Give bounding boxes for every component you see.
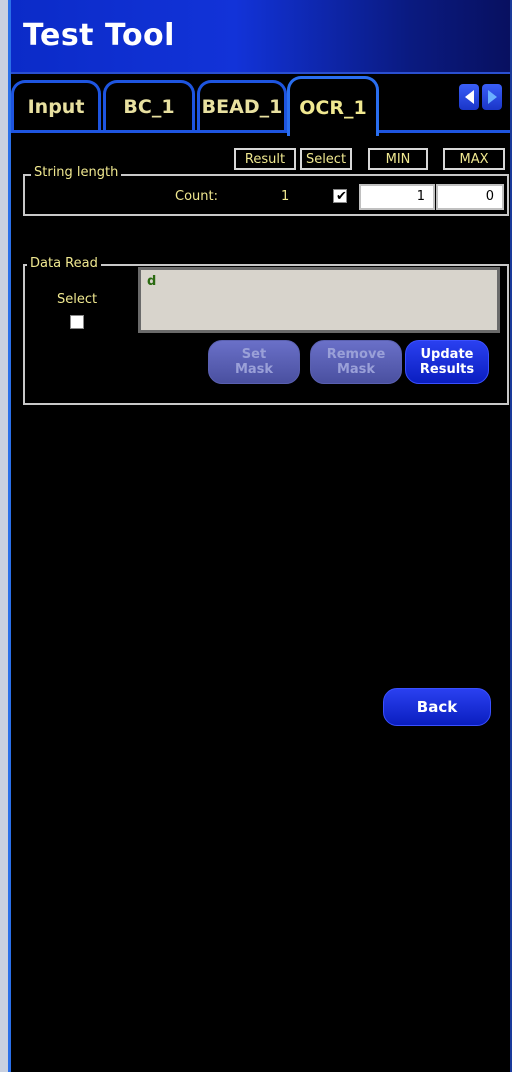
remove-mask-label-line2: Mask [336, 362, 376, 377]
remove-mask-button[interactable]: Remove Mask [310, 340, 402, 384]
min-field[interactable]: 1 [359, 184, 435, 210]
back-button[interactable]: Back [383, 688, 491, 726]
tab-scroll-right-button[interactable] [482, 84, 502, 110]
update-results-label-line2: Results [419, 362, 475, 377]
tab-bc-1[interactable]: BC_1 [103, 80, 195, 130]
window-title: Test Tool [23, 18, 175, 53]
checkmark-icon: ✔ [336, 189, 347, 204]
tab-input[interactable]: Input [11, 80, 101, 130]
count-result-value: 1 [281, 189, 290, 204]
data-read-select-label: Select [57, 292, 98, 307]
result-header: Result [234, 148, 296, 170]
update-results-label-line1: Update [420, 347, 474, 362]
max-field[interactable]: 0 [436, 184, 504, 210]
data-read-select-checkbox[interactable] [70, 315, 84, 329]
app-window: Test Tool Input BC_1 BEAD_1 OCR_1 Result… [8, 0, 512, 1072]
tab-ocr-1[interactable]: OCR_1 [287, 76, 379, 136]
triangle-left-icon [464, 90, 474, 104]
string-length-label: String length [31, 165, 122, 180]
data-read-field[interactable]: d [138, 267, 500, 333]
set-mask-label-line2: Mask [234, 362, 274, 377]
remove-mask-label-line1: Remove [326, 347, 386, 362]
set-mask-button[interactable]: Set Mask [208, 340, 300, 384]
tab-underline [11, 130, 510, 133]
count-select-checkbox[interactable]: ✔ [333, 189, 347, 204]
title-bar: Test Tool [11, 0, 510, 74]
tab-bar: Input BC_1 BEAD_1 OCR_1 [11, 76, 510, 136]
tab-bead-1[interactable]: BEAD_1 [197, 80, 287, 130]
tab-scroll-left-button[interactable] [459, 84, 479, 110]
set-mask-label-line1: Set [241, 347, 267, 362]
select-header: Select [300, 148, 352, 170]
update-results-button[interactable]: Update Results [405, 340, 489, 384]
count-label: Count: [175, 189, 218, 204]
max-header: MAX [443, 148, 505, 170]
data-read-label: Data Read [27, 256, 101, 271]
triangle-right-icon [487, 90, 497, 104]
min-header: MIN [368, 148, 428, 170]
